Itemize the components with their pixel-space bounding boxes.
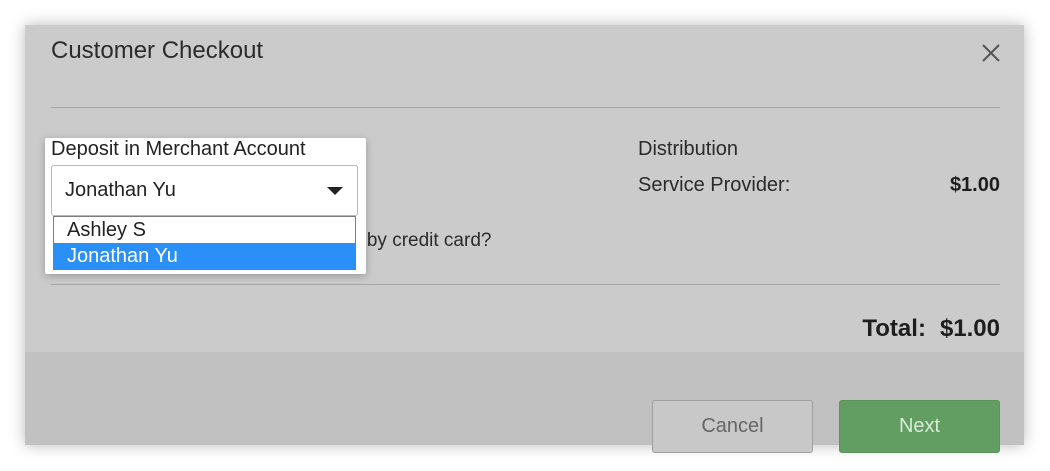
header-divider bbox=[51, 107, 1000, 108]
merchant-account-popup: Deposit in Merchant Account Jonathan Yu … bbox=[45, 138, 366, 274]
next-button[interactable]: Next bbox=[839, 400, 1000, 453]
service-provider-amount: $1.00 bbox=[949, 174, 1000, 196]
selected-account: Jonathan Yu bbox=[65, 179, 176, 201]
total-divider bbox=[51, 284, 1000, 285]
service-provider-label: Service Provider: bbox=[638, 174, 791, 196]
close-icon[interactable] bbox=[979, 41, 1003, 65]
option-jonathan-yu[interactable]: Jonathan Yu bbox=[54, 243, 355, 269]
total-row: Total: $1.00 bbox=[862, 315, 1000, 343]
deposit-label: Deposit in Merchant Account bbox=[51, 138, 306, 160]
option-ashley-s[interactable]: Ashley S bbox=[54, 217, 355, 243]
modal-footer: Cancel Next bbox=[25, 352, 1024, 453]
caret-down-icon bbox=[327, 187, 343, 195]
account-options-list: Ashley S Jonathan Yu bbox=[53, 216, 356, 270]
total-label: Total: bbox=[862, 315, 926, 342]
merchant-account-select[interactable]: Jonathan Yu bbox=[51, 165, 358, 216]
modal-title: Customer Checkout bbox=[51, 37, 264, 64]
cancel-button[interactable]: Cancel bbox=[652, 400, 813, 453]
total-amount: $1.00 bbox=[939, 315, 1000, 342]
credit-card-question-text: 0 by credit card? bbox=[351, 230, 492, 251]
distribution-heading: Distribution bbox=[638, 138, 739, 160]
